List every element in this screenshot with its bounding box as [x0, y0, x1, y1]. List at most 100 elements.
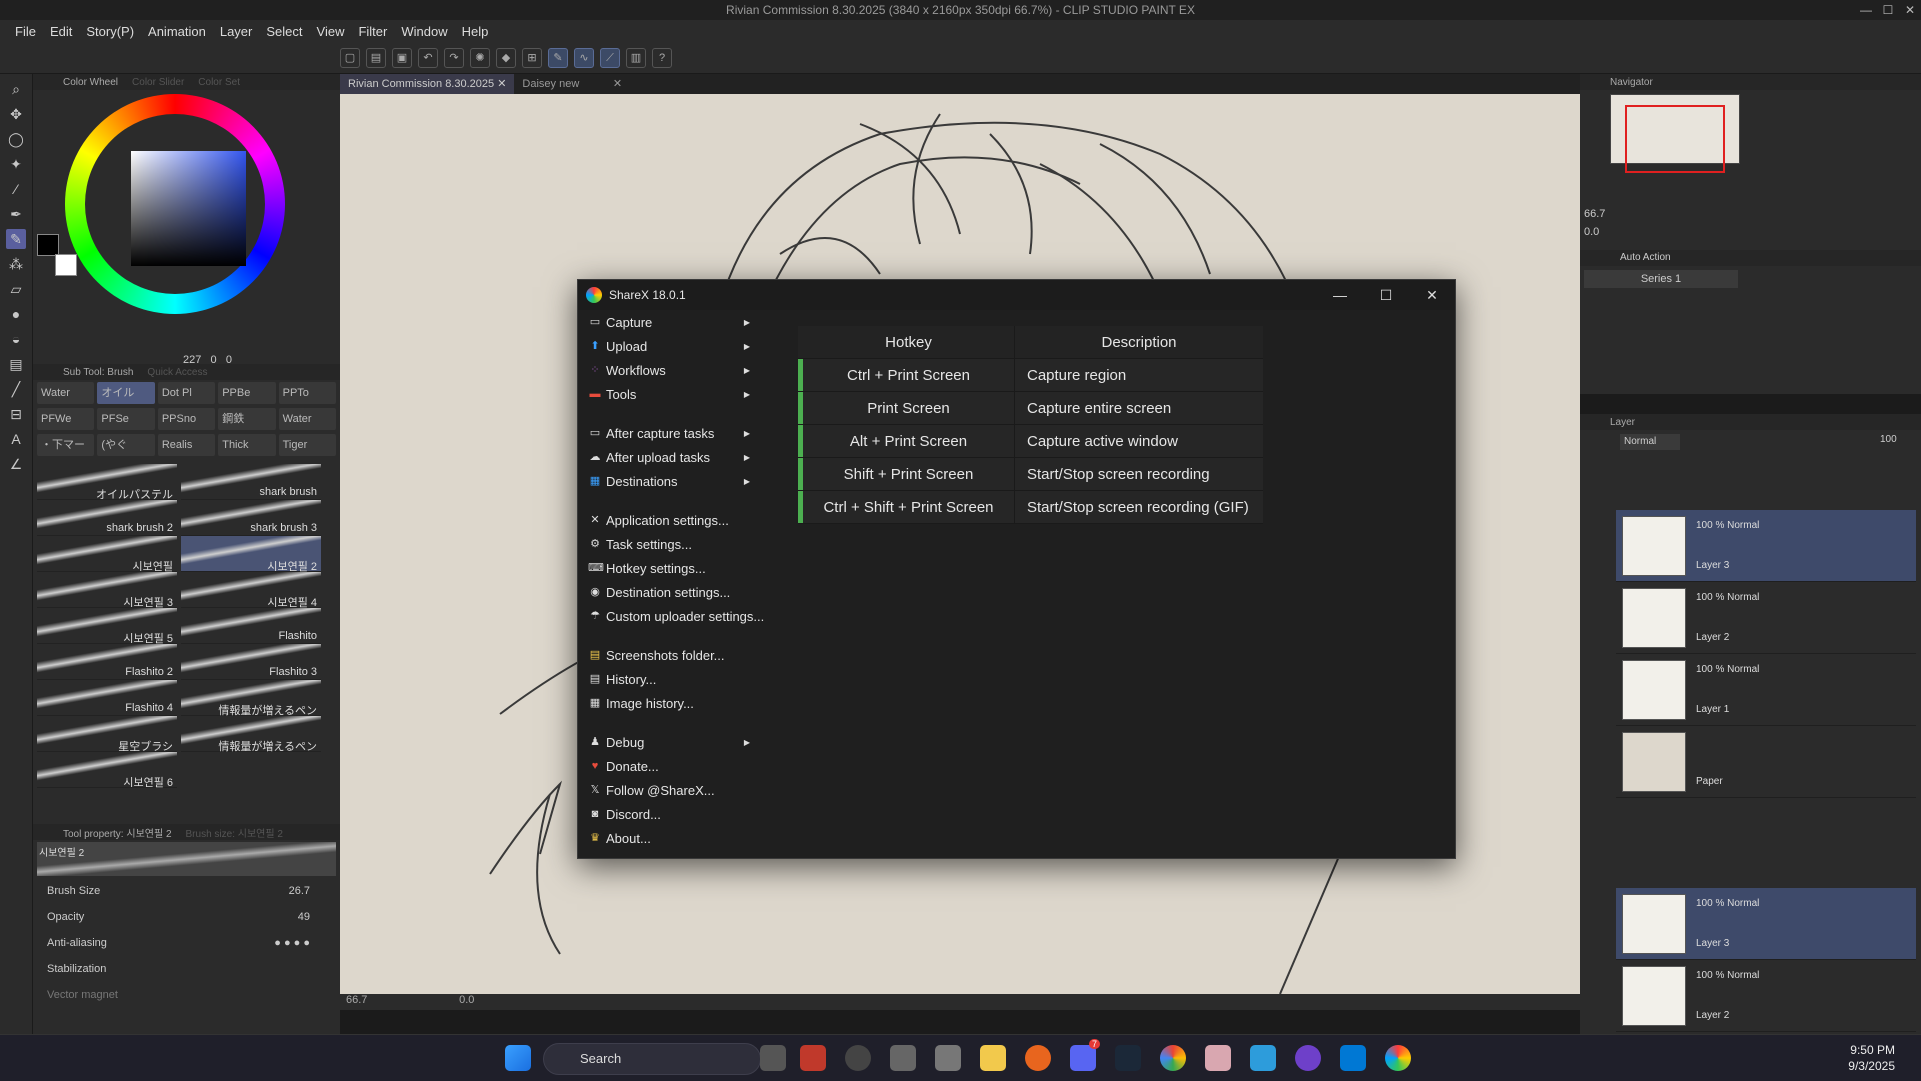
- brush-item[interactable]: 情報量が増えるペン: [181, 716, 321, 753]
- menu-view[interactable]: View: [317, 24, 345, 39]
- brush-group-chip[interactable]: Realis: [157, 434, 216, 456]
- open-icon[interactable]: ▤: [366, 47, 386, 68]
- saturation-value-square[interactable]: [131, 151, 246, 266]
- brush-item[interactable]: オイルパステル: [37, 464, 177, 501]
- sub-color-swatch[interactable]: [55, 254, 77, 276]
- menu-filter[interactable]: Filter: [358, 24, 387, 39]
- obs-icon[interactable]: [845, 1045, 871, 1071]
- sharex-menu-item[interactable]: ▬ Tools ▶: [578, 382, 778, 406]
- navigator-view-rect[interactable]: [1625, 105, 1725, 173]
- brush-size-value[interactable]: 26.7: [289, 885, 310, 897]
- hotkey-row[interactable]: Ctrl + Print Screen Capture region: [798, 359, 1263, 392]
- zoom-tool-icon[interactable]: ⌕: [6, 79, 26, 99]
- sharex-maximize-button[interactable]: ☐: [1363, 280, 1409, 310]
- undo-icon[interactable]: ↶: [418, 47, 438, 68]
- brush-group-chip[interactable]: Thick: [218, 434, 276, 456]
- brush-item-selected[interactable]: 시보연필 2: [181, 536, 321, 573]
- fill-tool-icon[interactable]: ◒: [6, 329, 26, 349]
- brush-item[interactable]: Flashito 2: [37, 644, 177, 680]
- menu-file[interactable]: File: [15, 24, 36, 39]
- sharex-menu-item[interactable]: ♟ Debug ▶: [578, 730, 778, 754]
- close-tab-icon[interactable]: ✕: [613, 78, 622, 90]
- pen-tool-icon[interactable]: ✒: [6, 204, 26, 224]
- redo-icon[interactable]: ↷: [444, 47, 464, 68]
- description-column-header[interactable]: Description: [1014, 326, 1263, 358]
- save-icon[interactable]: ▣: [392, 47, 412, 68]
- sharex-menu-item[interactable]: ♥ Donate...: [578, 754, 778, 778]
- brush-group-chip[interactable]: Tiger: [278, 434, 337, 456]
- menu-select[interactable]: Select: [266, 24, 302, 39]
- new-canvas-icon[interactable]: ▢: [340, 47, 360, 68]
- tab-tool-property[interactable]: Tool property: 시보연필 2: [63, 825, 172, 840]
- menu-story[interactable]: Story(P): [86, 24, 134, 39]
- menu-window[interactable]: Window: [401, 24, 447, 39]
- sharex-taskbar-icon[interactable]: [1385, 1045, 1411, 1071]
- brush-item[interactable]: 星空ブラシ: [37, 716, 177, 753]
- tab-layer[interactable]: Layer: [1610, 417, 1635, 428]
- sharex-menu-item[interactable]: ▤ Screenshots folder...: [578, 643, 778, 667]
- sharex-close-button[interactable]: ✕: [1409, 280, 1455, 310]
- sharex-menu-item[interactable]: ▭ Capture ▶: [578, 310, 778, 334]
- layer-opacity[interactable]: 100: [1880, 434, 1897, 445]
- sharex-menu-item[interactable]: ▤ History...: [578, 667, 778, 691]
- sharex-minimize-button[interactable]: —: [1317, 280, 1363, 310]
- brush-group-chip[interactable]: Water: [37, 382, 95, 404]
- taskbar-clock[interactable]: 9:50 PM 9/3/2025: [1848, 1042, 1895, 1074]
- menu-help[interactable]: Help: [462, 24, 489, 39]
- correct-line-icon[interactable]: ∠: [6, 454, 26, 474]
- sharex-menu-item[interactable]: ♛ About...: [578, 826, 778, 850]
- blend-icon[interactable]: ●: [6, 304, 26, 324]
- tab-color-wheel[interactable]: Color Wheel: [63, 77, 118, 88]
- clip-studio-icon[interactable]: [890, 1045, 916, 1071]
- steam-icon[interactable]: [1115, 1045, 1141, 1071]
- layer-row[interactable]: 100 % Normal Layer 2: [1616, 960, 1916, 1032]
- brush-group-chip[interactable]: PPBe: [218, 382, 276, 404]
- layer-row[interactable]: 100 % Normal Layer 3: [1616, 510, 1916, 582]
- layer-row[interactable]: 100 % Normal Layer 2: [1616, 582, 1916, 654]
- opacity-value[interactable]: 49: [298, 911, 310, 923]
- brush-item[interactable]: 시보연필 5: [37, 608, 177, 645]
- minimize-button[interactable]: —: [1855, 0, 1877, 20]
- brush-item[interactable]: shark brush 3: [181, 500, 321, 536]
- brush-item[interactable]: shark brush 2: [37, 500, 177, 536]
- hotkey-column-header[interactable]: Hotkey: [798, 326, 1014, 358]
- voicemeeter-icon[interactable]: [800, 1045, 826, 1071]
- curve-icon[interactable]: ∿: [574, 47, 594, 68]
- tab-navigator[interactable]: Navigator: [1610, 77, 1653, 88]
- clear-icon[interactable]: ✺: [470, 47, 490, 68]
- move-tool-icon[interactable]: ✥: [6, 104, 26, 124]
- hotkey-row[interactable]: Shift + Print Screen Start/Stop screen re…: [798, 458, 1263, 491]
- sharex-menu-item[interactable]: ⬆ Upload ▶: [578, 334, 778, 358]
- tab-quick-access[interactable]: Quick Access: [147, 367, 207, 378]
- windows-start-icon[interactable]: [505, 1045, 531, 1071]
- sharex-menu-item[interactable]: ⌨ Hotkey settings...: [578, 556, 778, 580]
- doc-tab[interactable]: Daisey new ✕: [514, 74, 630, 94]
- layer-row[interactable]: Paper: [1616, 726, 1916, 798]
- sharex-menu-item[interactable]: ⚙ Task settings...: [578, 532, 778, 556]
- brush-group-chip[interactable]: Dot Pl: [157, 382, 216, 404]
- reference-icon[interactable]: ▥: [626, 47, 646, 68]
- sharex-menu-item[interactable]: ▭ After capture tasks ▶: [578, 421, 778, 445]
- hotkey-row[interactable]: Ctrl + Shift + Print Screen Start/Stop sc…: [798, 491, 1263, 524]
- figure-icon[interactable]: ╱: [6, 379, 26, 399]
- close-button[interactable]: ✕: [1899, 0, 1921, 20]
- close-tab-icon[interactable]: ✕: [497, 78, 506, 90]
- task-view-icon[interactable]: [760, 1045, 786, 1071]
- menu-layer[interactable]: Layer: [220, 24, 253, 39]
- opacity-row[interactable]: Opacity 49: [33, 904, 340, 930]
- sharex-menu-item[interactable]: 𝕏 Follow @ShareX...: [578, 778, 778, 802]
- select-tool-icon[interactable]: ✦: [6, 154, 26, 174]
- sharex-menu-item[interactable]: ☁ After upload tasks ▶: [578, 445, 778, 469]
- vscode-icon[interactable]: [1340, 1045, 1366, 1071]
- clip-studio-paint-icon[interactable]: [935, 1045, 961, 1071]
- brush-item[interactable]: 시보연필: [37, 536, 177, 573]
- brush-item[interactable]: Flashito 4: [37, 680, 177, 716]
- vector-magnet-row[interactable]: Vector magnet: [33, 982, 340, 1008]
- antialias-row[interactable]: Anti-aliasing ● ● ● ●: [33, 930, 340, 956]
- brush-group-chip[interactable]: 鋼鉄: [218, 408, 276, 430]
- text-tool-icon[interactable]: A: [6, 429, 26, 449]
- tab-color-slider[interactable]: Color Slider: [132, 77, 184, 88]
- brush-tool-icon[interactable]: ✎: [6, 229, 26, 249]
- terminal-icon[interactable]: [1250, 1045, 1276, 1071]
- sharex-menu-item[interactable]: ◉ Destination settings...: [578, 580, 778, 604]
